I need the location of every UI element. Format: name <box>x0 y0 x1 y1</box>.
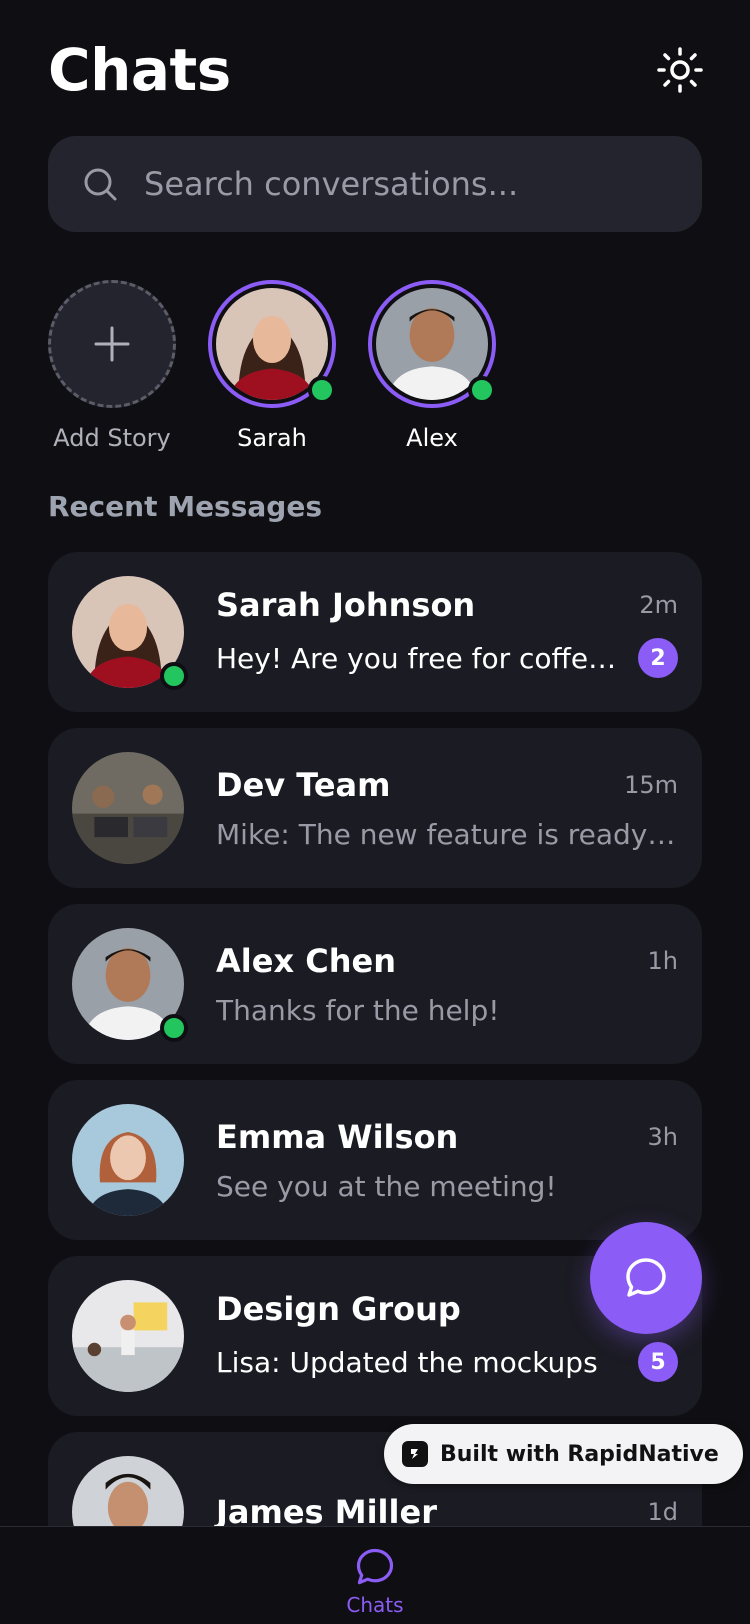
story-label: Sarah <box>237 424 307 452</box>
online-indicator <box>468 376 496 404</box>
plus-icon <box>94 326 130 362</box>
conversation-content: Dev Team 15m Mike: The new feature is re… <box>216 766 678 851</box>
unread-badge: 5 <box>638 1342 678 1382</box>
built-with-badge[interactable]: Built with RapidNative <box>384 1424 743 1484</box>
add-story-button[interactable] <box>48 280 176 408</box>
search-icon <box>84 168 117 201</box>
timestamp: 1h <box>647 946 678 975</box>
timestamp: 15m <box>624 770 678 799</box>
rapidnative-logo-icon <box>402 1441 428 1467</box>
timestamp: 1d <box>647 1498 678 1526</box>
conversation-item[interactable]: Emma Wilson 3h See you at the meeting! <box>48 1080 702 1240</box>
avatar-wrapper <box>72 928 188 1042</box>
conversation-item[interactable]: Sarah Johnson 2m Hey! Are you free for c… <box>48 552 702 712</box>
timestamp: 2m <box>639 591 678 619</box>
tab-chats[interactable]: Chats <box>346 1545 404 1624</box>
conversation-item[interactable]: Alex Chen 1h Thanks for the help! <box>48 904 702 1064</box>
bottom-tab-bar: Chats <box>0 1526 750 1624</box>
message-preview: Mike: The new feature is ready fo... <box>216 817 678 851</box>
contact-name: Alex Chen <box>216 941 396 980</box>
avatar <box>72 1104 184 1216</box>
story-alex[interactable]: Alex <box>368 280 496 452</box>
chat-bubble-icon <box>356 1548 394 1585</box>
message-preview: See you at the meeting! <box>216 1169 557 1203</box>
tab-label: Chats <box>346 1593 404 1617</box>
avatar-wrapper <box>72 1104 184 1216</box>
contact-name: Design Group <box>216 1290 461 1328</box>
message-preview: Thanks for the help! <box>216 993 500 1027</box>
conversation-content: Alex Chen 1h Thanks for the help! <box>216 942 678 1027</box>
unread-badge: 2 <box>638 638 678 678</box>
story-label: Alex <box>406 424 458 452</box>
chat-bubble-icon <box>626 1258 666 1297</box>
contact-name: Emma Wilson <box>216 1117 459 1156</box>
avatar-wrapper <box>72 752 184 864</box>
stories-row: Add Story Sarah Alex <box>48 280 528 452</box>
contact-name: Sarah Johnson <box>216 586 476 624</box>
conversation-item[interactable]: Dev Team 15m Mike: The new feature is re… <box>48 728 702 888</box>
conversation-content: Sarah Johnson 2m Hey! Are you free for c… <box>216 586 678 678</box>
story-avatar-ring[interactable] <box>368 280 496 408</box>
avatar <box>72 752 184 864</box>
search-placeholder: Search conversations... <box>144 165 519 203</box>
sun-icon <box>657 47 703 93</box>
new-chat-button[interactable] <box>590 1222 702 1334</box>
avatar-wrapper <box>72 576 188 690</box>
search-input[interactable]: Search conversations... <box>48 136 702 232</box>
built-with-label: Built with RapidNative <box>440 1441 719 1467</box>
avatar <box>72 1280 184 1392</box>
story-sarah[interactable]: Sarah <box>208 280 336 452</box>
online-indicator <box>160 1014 188 1042</box>
story-avatar-ring[interactable] <box>208 280 336 408</box>
avatar-wrapper <box>72 1280 184 1392</box>
section-title: Recent Messages <box>48 490 322 523</box>
conversation-content: Emma Wilson 3h See you at the meeting! <box>216 1118 678 1203</box>
theme-toggle-button[interactable] <box>654 44 706 96</box>
contact-name: Dev Team <box>216 765 391 804</box>
story-label: Add Story <box>53 424 171 452</box>
online-indicator <box>308 376 336 404</box>
header: Chats <box>48 30 703 110</box>
page-title: Chats <box>48 36 231 104</box>
message-preview: Hey! Are you free for coffee to... <box>216 641 624 675</box>
timestamp: 3h <box>647 1122 678 1151</box>
online-indicator <box>160 662 188 690</box>
story-add[interactable]: Add Story <box>48 280 176 452</box>
message-preview: Lisa: Updated the mockups <box>216 1345 598 1379</box>
